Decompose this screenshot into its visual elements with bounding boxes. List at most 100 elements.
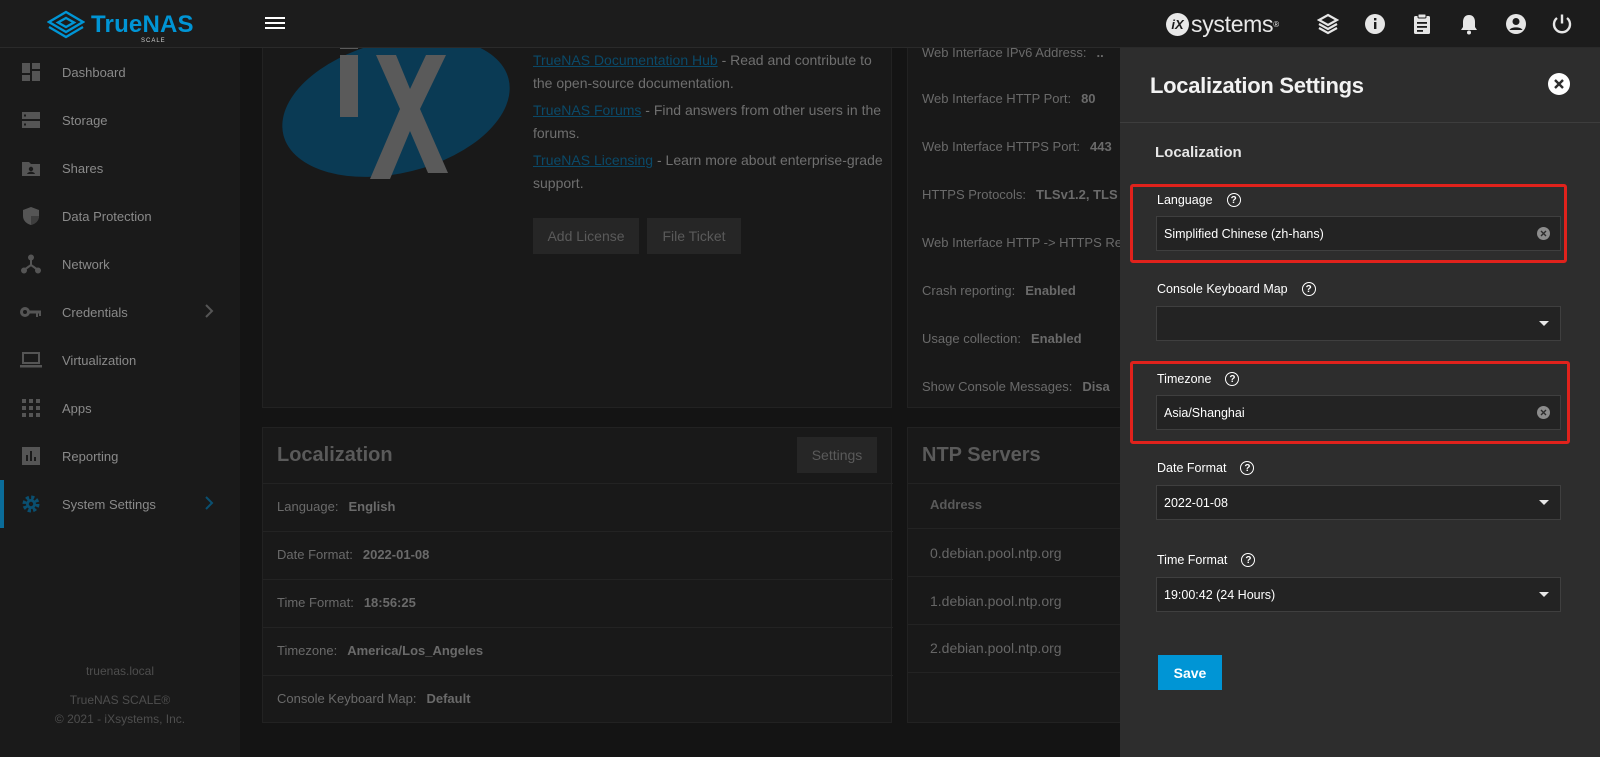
localization-settings-button[interactable]: Settings [797, 437, 877, 473]
help-icon[interactable]: ? [1301, 282, 1316, 296]
gui-row: Crash reporting: Enabled [922, 283, 1076, 298]
gui-row: Web Interface HTTP -> HTTPS Re [922, 235, 1122, 250]
close-icon[interactable] [1548, 73, 1570, 95]
power-icon[interactable] [1550, 12, 1574, 36]
language-label: Language ? [1157, 193, 1241, 207]
chevron-down-icon [1539, 592, 1549, 597]
localization-row: Date Format: 2022-01-08 [277, 547, 430, 562]
chevron-right-icon [204, 495, 214, 514]
gui-row: Web Interface HTTPS Port: 443 [922, 139, 1112, 154]
timezone-value: Asia/Shanghai [1164, 405, 1245, 420]
localization-row: Timezone: America/Los_Angeles [277, 643, 484, 658]
help-icon[interactable]: ? [1226, 193, 1241, 207]
chevron-right-icon [204, 303, 214, 322]
sidebar: Dashboard Storage Shares Data Protection… [0, 48, 240, 757]
info-icon[interactable] [1363, 12, 1387, 36]
gui-row: HTTPS Protocols: TLSv1.2, TLS [922, 187, 1118, 202]
account-icon[interactable] [1504, 12, 1528, 36]
localization-row: Console Keyboard Map: Default [277, 691, 471, 706]
shares-icon [20, 157, 42, 179]
sidebar-item-label: Shares [62, 160, 104, 176]
sidebar-item-shares[interactable]: Shares [0, 144, 240, 192]
hostname-label: truenas.local [85, 664, 155, 678]
ix-logo-image [282, 45, 510, 179]
clipboard-icon[interactable] [1410, 12, 1434, 36]
clear-icon[interactable] [1537, 406, 1550, 419]
gui-row: Show Console Messages: Disa [922, 379, 1110, 394]
help-icon[interactable]: ? [1225, 372, 1240, 386]
section-heading: Localization [1155, 144, 1242, 161]
ntp-card-title: NTP Servers [922, 444, 1041, 466]
sidebar-item-credentials[interactable]: Credentials [0, 288, 240, 336]
sidebar-item-dashboard[interactable]: Dashboard [0, 48, 240, 96]
shield-icon [20, 205, 42, 227]
sidebar-item-label: Credentials [62, 304, 128, 320]
date-format-label: Date Format ? [1157, 461, 1255, 475]
localization-card-title: Localization [277, 444, 393, 466]
clear-icon[interactable] [1537, 227, 1550, 240]
localization-card: Localization Settings Language: English D… [262, 427, 893, 723]
time-format-select[interactable]: 19:00:42 (24 Hours) [1156, 577, 1561, 612]
sidebar-item-label: Reporting [62, 448, 119, 464]
truenas-logo-icon [47, 10, 85, 39]
file-ticket-button[interactable]: File Ticket [647, 218, 741, 254]
sidebar-item-apps[interactable]: Apps [0, 384, 240, 432]
save-button[interactable]: Save [1158, 655, 1222, 690]
keymap-select[interactable] [1156, 306, 1561, 341]
localization-row: Language: English [277, 499, 396, 514]
date-format-value: 2022-01-08 [1164, 495, 1228, 510]
ntp-row: 0.debian.pool.ntp.org [930, 545, 1062, 561]
truenas-logo[interactable]: TrueNAS SCALE [47, 8, 194, 44]
language-select[interactable]: Simplified Chinese (zh-hans) [1156, 216, 1561, 251]
chevron-down-icon [1539, 500, 1549, 505]
top-bar: TrueNAS SCALE iX systems ® [0, 0, 1600, 48]
timezone-select[interactable]: Asia/Shanghai [1156, 395, 1561, 430]
time-format-label: Time Format ? [1157, 553, 1256, 567]
sidebar-item-virtualization[interactable]: Virtualization [0, 336, 240, 384]
sidebar-item-data-protection[interactable]: Data Protection [0, 192, 240, 240]
sidebar-item-label: Network [62, 256, 110, 272]
sidebar-item-label: System Settings [62, 496, 156, 512]
panel-title: Localization Settings [1150, 73, 1364, 98]
apps-grid-icon [20, 397, 42, 419]
sidebar-item-label: Storage [62, 112, 108, 128]
doc-hub-link[interactable]: TrueNAS Documentation Hub [533, 52, 718, 68]
sidebar-item-storage[interactable]: Storage [0, 96, 240, 144]
logo-title: TrueNAS [91, 11, 194, 38]
date-format-select[interactable]: 2022-01-08 [1156, 485, 1561, 520]
add-license-button[interactable]: Add License [533, 218, 639, 254]
keymap-label: Console Keyboard Map ? [1157, 282, 1316, 296]
truecommand-icon[interactable] [1316, 12, 1340, 36]
chevron-down-icon [1539, 321, 1549, 326]
sidebar-item-label: Apps [62, 400, 92, 416]
chart-icon [20, 445, 42, 467]
gui-row: Usage collection: Enabled [922, 331, 1082, 346]
bell-icon[interactable] [1457, 12, 1481, 36]
help-icon[interactable]: ? [1240, 461, 1255, 475]
gui-row: Web Interface HTTP Port: 80 [922, 91, 1096, 106]
ixsystems-logo: iX systems ® [1166, 10, 1279, 38]
sidebar-item-reporting[interactable]: Reporting [0, 432, 240, 480]
ntp-row: 1.debian.pool.ntp.org [930, 593, 1062, 609]
sidebar-item-label: Virtualization [62, 352, 137, 368]
network-icon [20, 253, 42, 275]
dashboard-icon [20, 61, 42, 83]
ix-badge: iX [1166, 12, 1189, 36]
ntp-row: 2.debian.pool.ntp.org [930, 640, 1062, 656]
sidebar-item-system-settings[interactable]: System Settings [0, 480, 240, 528]
key-icon [20, 301, 42, 323]
sidebar-item-network[interactable]: Network [0, 240, 240, 288]
monitor-icon [20, 349, 42, 371]
sidebar-item-label: Data Protection [62, 208, 152, 224]
help-icon[interactable]: ? [1241, 553, 1256, 567]
timezone-label: Timezone ? [1157, 372, 1240, 386]
sidebar-item-label: Dashboard [62, 64, 126, 80]
support-links: TrueNAS Documentation Hub - Read and con… [533, 49, 883, 195]
language-value: Simplified Chinese (zh-hans) [1164, 226, 1324, 241]
forums-link[interactable]: TrueNAS Forums [533, 102, 641, 118]
ix-word: systems [1191, 10, 1274, 37]
copyright-label: © 2021 - iXsystems, Inc. [54, 712, 186, 726]
localization-settings-panel: Localization Settings Localization Langu… [1120, 48, 1600, 757]
menu-icon[interactable] [265, 14, 285, 32]
licensing-link[interactable]: TrueNAS Licensing [533, 152, 653, 168]
